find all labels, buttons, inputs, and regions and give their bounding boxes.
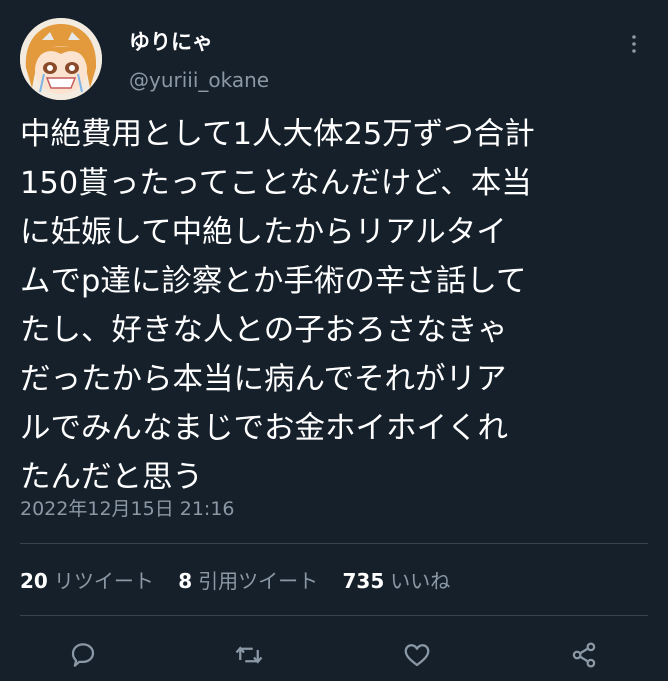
likes-stat[interactable]: 735 いいね (342, 565, 450, 594)
reply-icon (71, 643, 95, 667)
quotes-stat[interactable]: 8 引用ツイート (178, 565, 318, 594)
tweet-stats: 20 リツイート 8 引用ツイート 735 いいね (20, 565, 468, 594)
author-display-name[interactable]: ゆりにゃ (129, 26, 213, 56)
anime-girl-avatar-icon (20, 18, 102, 100)
retweets-count: 20 (20, 569, 48, 593)
likes-label: いいね (390, 569, 451, 593)
quotes-count: 8 (178, 569, 193, 593)
retweet-button[interactable] (232, 640, 266, 670)
tweet-timestamp[interactable]: 2022年12月15日 21:16 (20, 494, 235, 521)
like-icon (404, 644, 430, 667)
reply-button[interactable] (66, 640, 100, 670)
divider (20, 615, 648, 616)
retweets-stat[interactable]: 20 リツイート (20, 565, 154, 594)
share-button[interactable] (567, 640, 601, 670)
like-button[interactable] (400, 640, 434, 670)
avatar[interactable] (20, 18, 102, 100)
likes-count: 735 (342, 569, 385, 593)
retweets-label: リツイート (53, 569, 154, 593)
tweet-text: 中絶費用として1人大体25万ずつ合計 150貰ったってことなんだけど、本当 に妊… (20, 117, 535, 495)
author-handle[interactable]: @yuriii_okane (129, 68, 269, 92)
quotes-label: 引用ツイート (198, 569, 319, 593)
retweet-icon (235, 646, 263, 664)
more-options-icon[interactable] (622, 32, 646, 56)
divider (20, 543, 648, 544)
share-icon (572, 642, 596, 668)
